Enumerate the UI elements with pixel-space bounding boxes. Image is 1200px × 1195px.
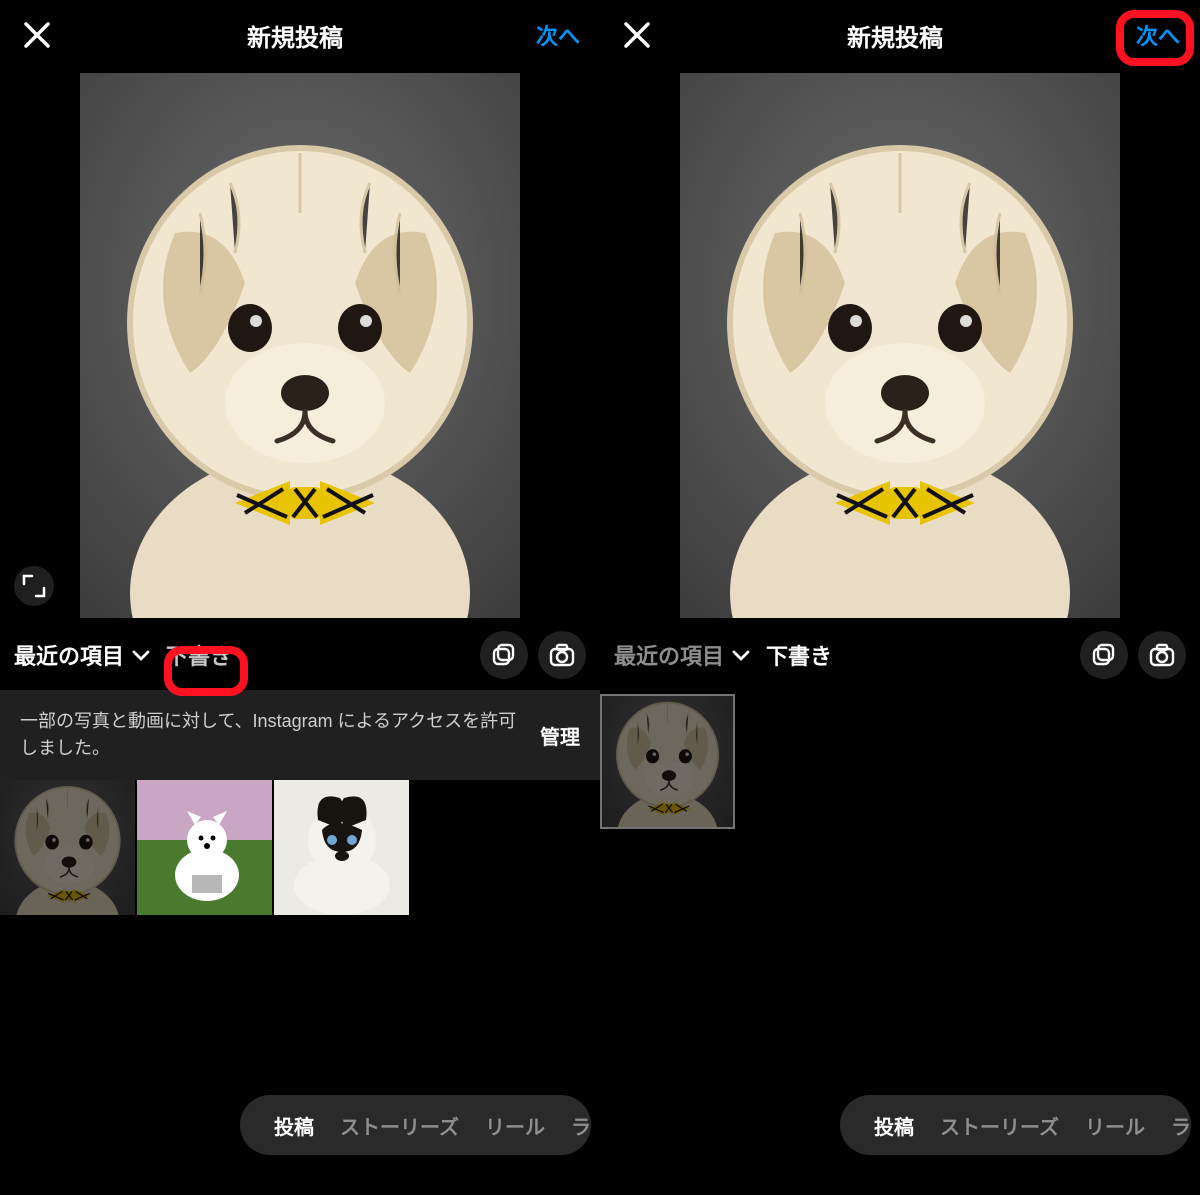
selected-photo[interactable] [80,73,520,618]
thumbnail-image [602,696,733,827]
multi-select-button[interactable] [480,631,528,679]
close-icon [622,20,652,50]
album-selector[interactable]: 最近の項目 [614,639,752,671]
camera-icon [547,640,577,670]
thumbnail-image [0,780,135,915]
next-button[interactable]: 次へ [536,19,580,51]
nav-post[interactable]: 投稿 [274,1111,314,1140]
nav-post[interactable]: 投稿 [874,1111,914,1140]
expand-icon [19,571,49,601]
header: 新規投稿 次へ [0,0,600,70]
preview-area [0,70,600,620]
multi-select-button[interactable] [1080,631,1128,679]
close-icon [22,20,52,50]
selected-photo[interactable] [680,73,1120,618]
compose-mode-nav: 投稿 ストーリーズ リール ラ [240,1095,591,1155]
thumbnail[interactable] [600,694,735,829]
drafts-tab[interactable]: 下書き [166,639,232,671]
source-row: 最近の項目 下書き [600,620,1200,690]
camera-icon [1147,640,1177,670]
chevron-down-icon [130,645,152,665]
next-button[interactable]: 次へ [1136,19,1180,51]
thumbnail-grid [600,690,1200,829]
expand-crop-button[interactable] [14,566,54,606]
nav-stories[interactable]: ストーリーズ [940,1111,1059,1140]
chevron-down-icon [730,645,752,665]
album-label: 最近の項目 [614,639,724,671]
nav-live[interactable]: ラ [571,1111,591,1140]
side-by-side-container: 新規投稿 次へ 最近の項目 下書き [0,0,1200,1195]
thumbnail-image [137,780,272,915]
thumbnail[interactable] [137,780,272,915]
multi-select-icon [1089,640,1119,670]
open-camera-button[interactable] [1138,631,1186,679]
close-button[interactable] [20,18,54,52]
compose-mode-nav: 投稿 ストーリーズ リール ラ [840,1095,1191,1155]
preview-area [600,70,1200,620]
thumbnail-image [274,780,409,915]
album-selector[interactable]: 最近の項目 [14,639,152,671]
header: 新規投稿 次へ [600,0,1200,70]
nav-live[interactable]: ラ [1171,1111,1191,1140]
permission-manage-button[interactable]: 管理 [540,721,580,750]
thumbnail[interactable] [0,780,135,915]
page-title: 新規投稿 [847,18,943,53]
nav-reel[interactable]: リール [1085,1111,1145,1140]
nav-reel[interactable]: リール [485,1111,545,1140]
nav-stories[interactable]: ストーリーズ [340,1111,459,1140]
page-title: 新規投稿 [247,18,343,53]
thumbnail-grid [0,780,600,915]
multi-select-icon [489,640,519,670]
open-camera-button[interactable] [538,631,586,679]
source-row: 最近の項目 下書き [0,620,600,690]
left-pane: 新規投稿 次へ 最近の項目 下書き [0,0,600,1195]
thumbnail[interactable] [274,780,409,915]
drafts-tab[interactable]: 下書き [766,639,832,671]
close-button[interactable] [620,18,654,52]
permission-message: 一部の写真と動画に対して、Instagram によるアクセスを許可しました。 [20,708,524,762]
permission-banner: 一部の写真と動画に対して、Instagram によるアクセスを許可しました。 管… [0,690,600,780]
right-pane: 新規投稿 次へ 最近の項目 下書き [600,0,1200,1195]
album-label: 最近の項目 [14,639,124,671]
